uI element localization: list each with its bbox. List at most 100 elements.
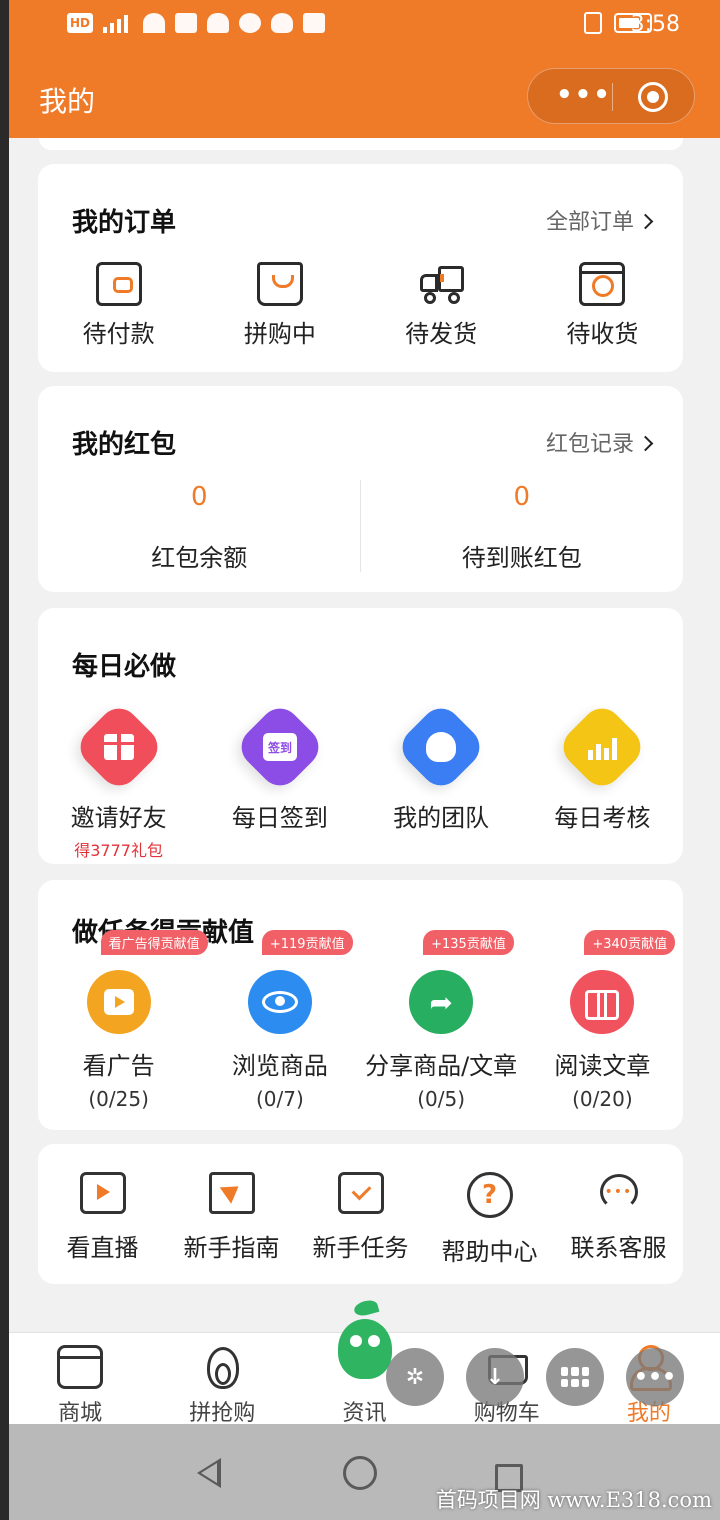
- qq-icon: [271, 13, 294, 33]
- red-packet-record-link[interactable]: 红包记录: [545, 426, 654, 458]
- nav-label: 资讯: [342, 1401, 387, 1426]
- hd-icon: HD: [67, 13, 94, 33]
- home-icon[interactable]: [343, 1456, 377, 1490]
- pending-label: 待到账红包: [461, 544, 582, 572]
- order-label: 待收货: [566, 320, 639, 348]
- all-orders-link[interactable]: 全部订单: [545, 204, 654, 236]
- clock-box-icon: [579, 262, 626, 306]
- watermark: 首码项目网 www.E318.com: [435, 1488, 712, 1512]
- browser-icon: [303, 13, 326, 33]
- daily-label: 每日考核: [554, 804, 651, 832]
- order-pending-receipt[interactable]: 待收货: [522, 262, 683, 349]
- chevron-right-icon: [637, 213, 654, 230]
- balance-value: 0: [190, 482, 208, 512]
- chart-icon: [555, 700, 650, 794]
- signal-icon: [103, 13, 133, 33]
- help-icon: ?: [466, 1172, 513, 1218]
- status-bar: HD 3:58: [9, 0, 720, 52]
- daily-grid: 邀请好友 得3777礼包 签到 每日签到 我的团队 每日考核: [38, 700, 683, 861]
- task-progress: (0/5): [417, 1087, 466, 1111]
- more-icon: •••: [633, 1364, 677, 1390]
- close-miniprogram-button[interactable]: [638, 82, 668, 112]
- tools-grid: 看直播 新手指南 新手任务 ? 帮助中心 联系客服: [38, 1172, 683, 1267]
- wechat-icon: [239, 13, 262, 33]
- red-packet-record-label: 红包记录: [545, 432, 634, 457]
- tool-label: 联系客服: [570, 1234, 667, 1262]
- floating-ball-download[interactable]: ↓: [466, 1348, 524, 1406]
- status-icons-left: HD: [67, 13, 326, 33]
- daily-label: 邀请好友: [70, 804, 167, 832]
- task-label: 阅读文章: [554, 1052, 651, 1080]
- tool-customer-service[interactable]: 联系客服: [554, 1172, 683, 1267]
- back-icon[interactable]: [197, 1458, 221, 1488]
- task-watch-ads[interactable]: 看广告得贡献值 看广告 (0/25): [38, 930, 208, 1111]
- eye-icon: [247, 970, 312, 1034]
- daily-label: 我的团队: [393, 804, 490, 832]
- pending-value: 0: [513, 482, 531, 512]
- all-orders-label: 全部订单: [545, 210, 634, 235]
- order-label: 拼购中: [243, 320, 316, 348]
- orders-card: 我的订单 全部订单 待付款 拼购中 待发货 待收货: [38, 164, 683, 372]
- tool-live[interactable]: 看直播: [38, 1172, 167, 1267]
- order-pending-shipment[interactable]: 待发货: [361, 262, 522, 349]
- page-title: 我的: [39, 85, 96, 118]
- daily-sign-in[interactable]: 签到 每日签到: [199, 700, 360, 861]
- previous-card-edge: [39, 138, 683, 150]
- reward-badge: +119贡献值: [261, 930, 353, 955]
- android-icon: [207, 13, 230, 33]
- nav-label: 拼抢购: [189, 1401, 256, 1426]
- tool-label: 看直播: [66, 1234, 139, 1262]
- my-team[interactable]: 我的团队: [361, 700, 522, 861]
- app-notification-icon: [175, 13, 198, 33]
- nav-flash-sale[interactable]: 拼抢购: [151, 1333, 293, 1426]
- video-icon: [86, 970, 151, 1034]
- headset-icon: [596, 1172, 642, 1214]
- tasks-card: 做任务得贡献值 看广告得贡献值 看广告 (0/25) +119贡献值 浏览商品 …: [38, 880, 683, 1130]
- chevron-right-icon: [637, 435, 654, 452]
- nav-label: 购物车: [473, 1401, 540, 1426]
- invite-friends[interactable]: 邀请好友 得3777礼包: [38, 700, 199, 861]
- task-label: 看广告: [82, 1052, 155, 1080]
- live-icon: [79, 1172, 126, 1214]
- tool-guide[interactable]: 新手指南: [167, 1172, 296, 1267]
- daily-card: 每日必做 邀请好友 得3777礼包 签到 每日签到 我的团队 每日考核: [38, 608, 683, 864]
- task-share[interactable]: +135贡献值 ➦ 分享商品/文章 (0/5): [361, 930, 522, 1111]
- nav-label: 商城: [58, 1401, 103, 1426]
- invite-reward-text: 得3777礼包: [74, 841, 163, 860]
- task-browse-goods[interactable]: +119贡献值 浏览商品 (0/7): [199, 930, 360, 1111]
- floating-ball-more[interactable]: •••: [626, 1348, 684, 1406]
- task-label: 浏览商品: [231, 1052, 328, 1080]
- order-group-buying[interactable]: 拼购中: [199, 262, 360, 349]
- red-packet-title: 我的红包: [72, 430, 177, 460]
- bottom-nav: 商城 拼抢购 资讯 购物车 我的: [9, 1298, 720, 1426]
- miniprogram-capsule: •••: [527, 68, 695, 124]
- more-menu-button[interactable]: •••: [556, 82, 612, 108]
- wifi-icon: [143, 13, 166, 33]
- task-progress: (0/7): [255, 1087, 304, 1111]
- floating-ball-assistant[interactable]: ✲: [386, 1348, 444, 1406]
- task-read-articles[interactable]: +340贡献值 阅读文章 (0/20): [522, 930, 683, 1111]
- task-progress: (0/20): [572, 1087, 633, 1111]
- capsule-divider: [612, 83, 613, 111]
- floating-ball-apps[interactable]: [546, 1348, 604, 1406]
- wallet-icon: [95, 262, 142, 306]
- red-packet-card: 我的红包 红包记录 0 红包余额 0 待到账红包: [38, 386, 683, 592]
- guide-icon: [208, 1172, 255, 1214]
- red-packet-balance[interactable]: 0 红包余额: [38, 482, 361, 573]
- daily-assessment[interactable]: 每日考核: [522, 700, 683, 861]
- vibrate-icon: [584, 12, 602, 34]
- order-pending-payment[interactable]: 待付款: [38, 262, 199, 349]
- shopping-bag-icon: [256, 262, 303, 306]
- share-icon: ➦: [409, 970, 474, 1034]
- team-icon: [394, 700, 488, 794]
- order-label: 待付款: [82, 320, 155, 348]
- tool-newbie-tasks[interactable]: 新手任务: [296, 1172, 425, 1267]
- order-label: 待发货: [405, 320, 478, 348]
- tool-help-center[interactable]: ? 帮助中心: [425, 1172, 554, 1267]
- gift-icon: [71, 700, 166, 794]
- red-packet-pending[interactable]: 0 待到账红包: [361, 482, 684, 573]
- nav-store[interactable]: 商城: [9, 1333, 151, 1426]
- page-header: 我的 •••: [9, 52, 720, 138]
- sparkle-icon: ✲: [405, 1364, 425, 1390]
- tool-label: 帮助中心: [441, 1238, 538, 1266]
